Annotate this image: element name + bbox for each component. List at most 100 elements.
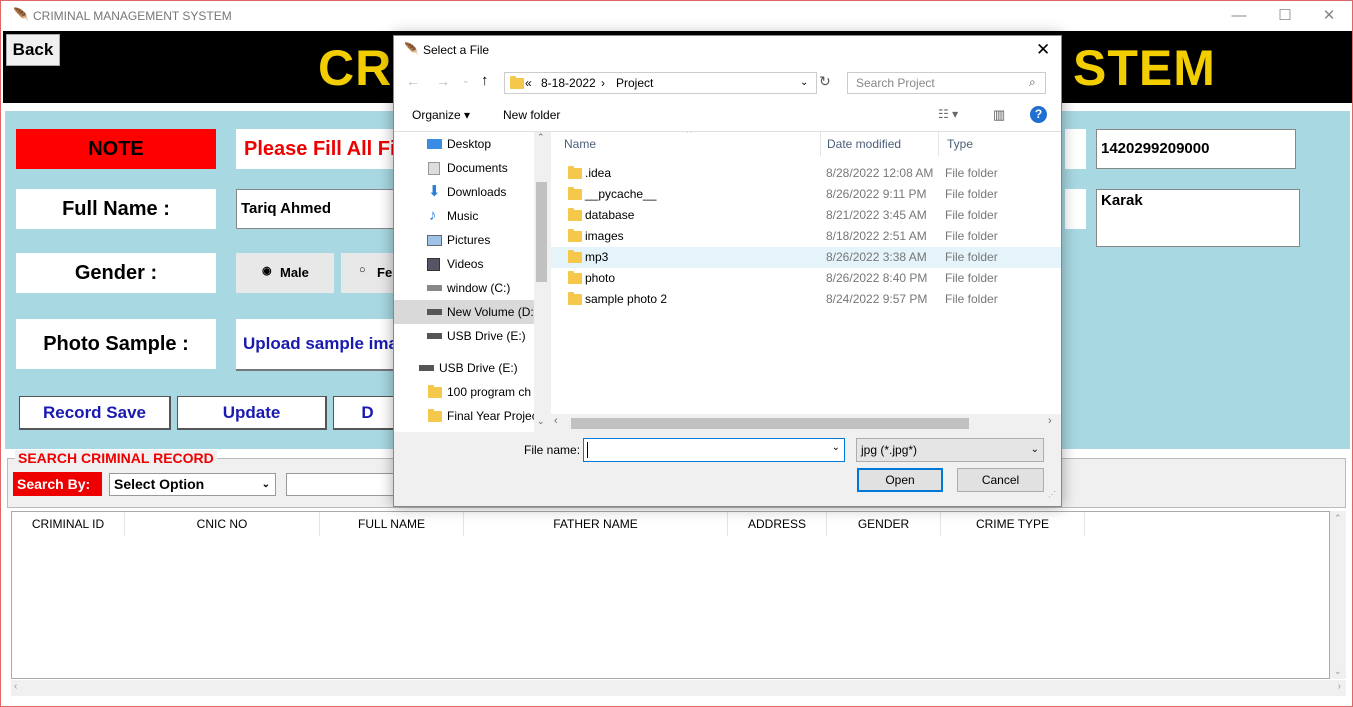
maximize-button[interactable]: ☐: [1263, 5, 1307, 27]
scroll-thumb[interactable]: [571, 418, 969, 429]
drive-icon: [427, 285, 442, 291]
file-type-select[interactable]: jpg (*.jpg*) ⌄: [856, 438, 1044, 462]
address-bar[interactable]: « 8-18-2022 › Project ⌄: [504, 72, 817, 94]
nav-item-label: Desktop: [447, 137, 492, 151]
file-type: File folder: [945, 166, 998, 180]
column-header-crime-type[interactable]: CRIME TYPE: [941, 512, 1085, 536]
path-segment-date[interactable]: 8-18-2022: [541, 73, 596, 93]
minimize-button[interactable]: —: [1217, 5, 1261, 27]
scroll-right-icon[interactable]: ›: [1338, 681, 1341, 692]
scroll-down-icon[interactable]: ⌄: [1334, 666, 1342, 677]
file-row[interactable]: .idea 8/28/2022 12:08 AM File folder: [551, 163, 1061, 184]
help-icon[interactable]: ?: [1030, 106, 1047, 123]
upload-image-button[interactable]: Upload sample imag: [236, 319, 416, 371]
refresh-icon[interactable]: ↻: [819, 73, 831, 90]
path-overflow[interactable]: «: [525, 73, 532, 93]
search-input[interactable]: [286, 473, 396, 496]
column-header-father-name[interactable]: FATHER NAME: [464, 512, 728, 536]
nav-item-pictures[interactable]: Pictures: [394, 228, 536, 252]
file-row[interactable]: photo 8/26/2022 8:40 PM File folder: [551, 268, 1061, 289]
nav-item-label: Music: [447, 209, 479, 223]
folder-icon: [568, 271, 582, 284]
resize-grip-icon[interactable]: ⋰: [1048, 490, 1056, 499]
open-button[interactable]: Open: [857, 468, 943, 492]
close-button[interactable]: ✕: [1307, 5, 1351, 27]
table-horizontal-scrollbar[interactable]: ‹ ›: [11, 680, 1346, 696]
cnic-label-fragment: [1065, 129, 1086, 169]
column-header-gender[interactable]: GENDER: [827, 512, 941, 536]
nav-item-downloads[interactable]: ⬇ Downloads: [394, 180, 536, 204]
column-header-type[interactable]: Type: [939, 132, 1059, 156]
full-name-label: Full Name :: [16, 189, 216, 229]
file-row[interactable]: sample photo 2 8/24/2022 9:57 PM File fo…: [551, 289, 1061, 310]
videos-icon: [427, 258, 440, 271]
nav-item-drive-d[interactable]: New Volume (D:): [394, 300, 536, 324]
nav-item-desktop[interactable]: Desktop: [394, 132, 536, 156]
file-row[interactable]: __pycache__ 8/26/2022 9:11 PM File folde…: [551, 184, 1061, 205]
gender-male-radio[interactable]: ◉ Male: [236, 253, 334, 293]
drive-icon: [427, 309, 442, 315]
nav-item-label: Final Year Projec: [447, 409, 536, 423]
desktop-icon: [427, 139, 442, 149]
column-header-date[interactable]: Date modified: [819, 132, 939, 156]
column-header-criminal-id[interactable]: CRIMINAL ID: [12, 512, 125, 536]
full-name-input[interactable]: Tariq Ahmed: [236, 189, 416, 229]
column-header-address[interactable]: ADDRESS: [728, 512, 827, 536]
dialog-search-input[interactable]: Search Project: [847, 72, 1046, 94]
column-header-full-name[interactable]: FULL NAME: [320, 512, 464, 536]
record-save-button[interactable]: Record Save: [19, 396, 171, 430]
forward-arrow-icon[interactable]: →: [436, 73, 450, 89]
view-options-icon[interactable]: ☷ ▾: [938, 107, 958, 121]
back-button[interactable]: Back: [6, 34, 60, 66]
organize-button[interactable]: Organize ▾: [412, 108, 470, 122]
nav-item-usb-e-root[interactable]: USB Drive (E:): [394, 356, 536, 380]
scroll-down-icon[interactable]: ⌄: [537, 416, 545, 427]
folder-icon: [428, 409, 442, 422]
back-arrow-icon[interactable]: ←: [406, 73, 420, 89]
chevron-down-icon[interactable]: ⌄: [800, 73, 808, 93]
scroll-left-icon[interactable]: ‹: [554, 415, 558, 427]
cancel-button[interactable]: Cancel: [957, 468, 1044, 492]
title-bar: 🪶 CRIMINAL MANAGEMENT SYSTEM — ☐ ✕: [1, 1, 1352, 31]
recent-dropdown-icon[interactable]: ⌄: [462, 75, 470, 86]
scroll-up-icon[interactable]: ⌃: [1334, 513, 1342, 524]
feather-icon: 🪶: [404, 42, 419, 56]
file-name-label: File name:: [524, 443, 581, 457]
nav-item-documents[interactable]: Documents: [394, 156, 536, 180]
folder-icon: [510, 76, 524, 89]
scroll-up-icon[interactable]: ⌃: [537, 132, 545, 143]
file-row[interactable]: images 8/18/2022 2:51 AM File folder: [551, 226, 1061, 247]
path-separator: ›: [601, 76, 605, 90]
chevron-down-icon[interactable]: ⌄: [832, 442, 840, 453]
new-folder-button[interactable]: New folder: [503, 108, 560, 122]
address-input[interactable]: Karak: [1096, 189, 1300, 247]
nav-item-final-year-folder[interactable]: Final Year Projec: [394, 404, 536, 428]
navigation-scrollbar[interactable]: ⌃ ⌄: [534, 132, 549, 432]
nav-item-program-folder[interactable]: 100 program ch: [394, 380, 536, 404]
documents-icon: [428, 162, 440, 175]
file-type: File folder: [945, 208, 998, 222]
file-row[interactable]: database 8/21/2022 3:45 AM File folder: [551, 205, 1061, 226]
column-header-cnic[interactable]: CNIC NO: [125, 512, 320, 536]
scroll-thumb[interactable]: [536, 182, 547, 282]
file-name: database: [585, 208, 635, 222]
file-name-input[interactable]: ⌄: [583, 438, 845, 462]
file-list-horizontal-scrollbar[interactable]: ‹ ›: [551, 414, 1061, 432]
nav-item-drive-c[interactable]: window (C:): [394, 276, 536, 300]
file-type-value: jpg (*.jpg*): [861, 443, 918, 457]
search-by-select[interactable]: Select Option ⌄: [109, 473, 276, 496]
nav-item-music[interactable]: ♪ Music: [394, 204, 536, 228]
nav-item-usb-e[interactable]: USB Drive (E:): [394, 324, 536, 348]
nav-item-label: USB Drive (E:): [439, 361, 518, 375]
dialog-close-icon[interactable]: ✕: [1036, 40, 1050, 60]
file-row-hover[interactable]: mp3 8/26/2022 3:38 AM File folder: [551, 247, 1061, 268]
cnic-input[interactable]: 1420299209000: [1096, 129, 1296, 169]
scroll-right-icon[interactable]: ›: [1048, 415, 1052, 427]
up-arrow-icon[interactable]: ↑: [481, 72, 489, 89]
nav-item-videos[interactable]: Videos: [394, 252, 536, 276]
table-vertical-scrollbar[interactable]: ⌃ ⌄: [1330, 511, 1346, 679]
update-button[interactable]: Update: [177, 396, 327, 430]
path-segment-project[interactable]: Project: [616, 73, 653, 93]
preview-pane-icon[interactable]: ▥: [993, 107, 1005, 123]
scroll-left-icon[interactable]: ‹: [14, 681, 17, 692]
